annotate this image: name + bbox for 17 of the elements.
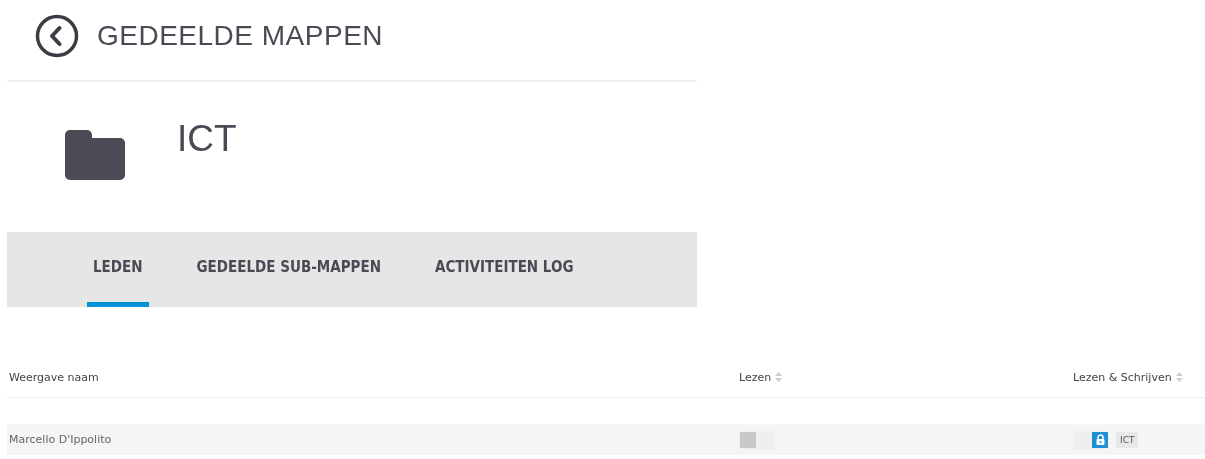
sort-icon[interactable] <box>775 372 783 382</box>
page-title: GEDEELDE MAPPEN <box>97 20 384 52</box>
tab[interactable]: GEDEELDE SUB-MAPPEN <box>190 232 387 307</box>
member-name: Marcello D'Ippolito <box>9 433 112 446</box>
back-button[interactable] <box>35 14 79 58</box>
permission-toggle[interactable] <box>739 430 775 449</box>
folder-tag: ICT <box>1116 431 1139 448</box>
folder-icon <box>65 130 125 180</box>
back-icon <box>35 14 79 58</box>
column-header: Lezen <box>739 370 772 384</box>
column-header: Weergave naam <box>9 370 99 384</box>
permission-toggle[interactable] <box>1073 430 1109 449</box>
tab[interactable]: ACTIVITEITEN LOG <box>428 232 580 307</box>
tab[interactable]: LEDEN <box>87 232 149 307</box>
column-header: Lezen & Schrijven <box>1073 370 1172 384</box>
folder-name: ICT <box>177 118 237 161</box>
sort-icon[interactable] <box>1175 372 1183 382</box>
